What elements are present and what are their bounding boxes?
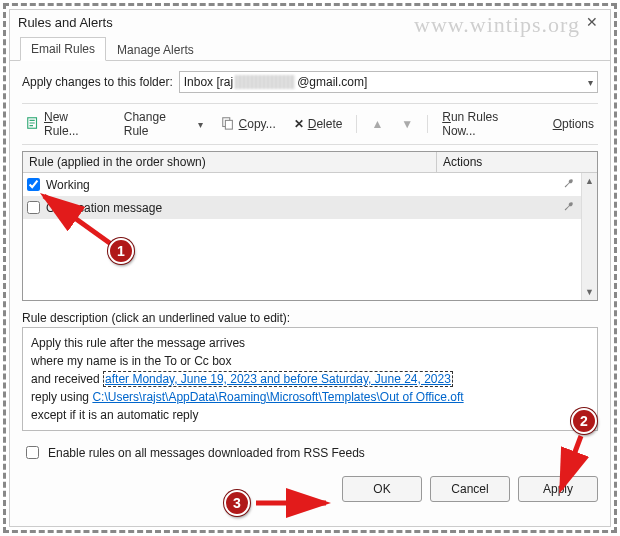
svg-line-3 [44,196,118,249]
svg-line-4 [561,436,581,489]
